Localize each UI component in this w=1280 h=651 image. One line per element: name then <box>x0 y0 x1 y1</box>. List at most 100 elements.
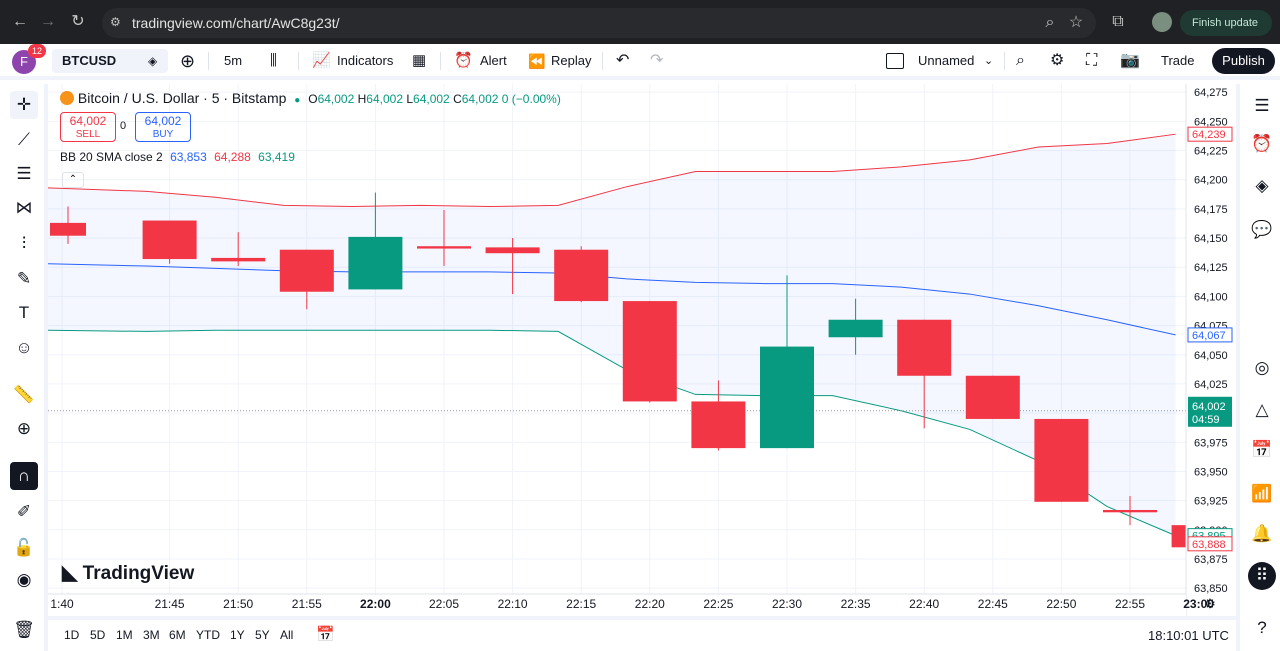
signal-icon[interactable]: 📶 <box>1248 480 1276 508</box>
indicators-button[interactable]: Indicators <box>337 44 393 78</box>
watchlist-diamond-icon[interactable]: ◈ <box>148 49 157 73</box>
legend-collapse-button[interactable]: ⌃ <box>62 172 84 188</box>
indicators-icon[interactable]: 📈 <box>312 44 331 78</box>
interval-button[interactable]: 5m <box>224 44 242 78</box>
notifications-icon[interactable]: 🔔 <box>1248 520 1276 548</box>
upper-value-label: 64,239 <box>1192 129 1226 141</box>
chevron-down-icon[interactable]: ⌄ <box>984 44 993 78</box>
forward-icon[interactable]: → <box>38 12 58 32</box>
candle-body[interactable] <box>760 346 814 449</box>
layout-name-button[interactable]: Unnamed <box>918 44 974 78</box>
buy-button[interactable]: 64,002 BUY <box>135 112 191 142</box>
candle-body[interactable] <box>279 249 334 292</box>
candle-body[interactable] <box>897 319 952 376</box>
target-icon[interactable]: ◎ <box>1248 354 1276 382</box>
scale-settings-icon[interactable]: ⚙ <box>1204 596 1216 611</box>
goto-date-icon[interactable]: 📅 <box>316 625 335 643</box>
trash-icon[interactable]: 🗑 <box>10 616 38 644</box>
candle-body[interactable] <box>691 401 746 449</box>
alert-icon[interactable]: ⏰ <box>454 44 473 78</box>
publish-button[interactable]: Publish <box>1212 48 1275 74</box>
crosshair-icon[interactable]: ✛ <box>10 91 38 119</box>
candle-body[interactable] <box>485 247 540 254</box>
quick-search-icon[interactable]: ⌕ <box>1016 44 1025 78</box>
layers-icon[interactable]: ◈ <box>1248 172 1276 200</box>
candle-body[interactable] <box>348 236 403 290</box>
profile-icon[interactable] <box>1152 12 1172 32</box>
ruler-icon[interactable]: 📏 <box>10 381 38 409</box>
tv-logo-icon: ◣ <box>62 562 78 584</box>
tradingview-logo[interactable]: ◣ TradingView <box>62 560 194 585</box>
emoji-icon[interactable]: ☺ <box>10 334 38 362</box>
alert-button[interactable]: Alert <box>480 44 507 78</box>
forecast-icon[interactable]: ⫶ <box>10 230 38 258</box>
range-ytd[interactable]: YTD <box>196 628 220 642</box>
range-5d[interactable]: 5D <box>90 628 105 642</box>
watchlist-icon[interactable]: ☰ <box>1248 92 1276 120</box>
range-all[interactable]: All <box>280 628 293 642</box>
trade-button[interactable]: Trade <box>1161 44 1194 78</box>
settings-gear-icon[interactable]: ⚙ <box>1050 44 1064 78</box>
pattern-icon[interactable]: ⋈ <box>10 194 38 222</box>
reload-icon[interactable]: ↻ <box>68 12 88 32</box>
extensions-icon[interactable]: ⧉ <box>1108 12 1128 32</box>
finish-update-button[interactable]: Finish update ⋮ <box>1180 10 1272 55</box>
candles-icon[interactable]: ⫼ <box>270 44 277 78</box>
chat-icon[interactable]: 💬 <box>1248 216 1276 244</box>
clock-time[interactable]: 18:10:01 UTC <box>1148 628 1229 643</box>
camera-icon[interactable]: 📷 <box>1120 44 1140 78</box>
candle-body[interactable] <box>142 220 197 260</box>
range-6m[interactable]: 6M <box>169 628 186 642</box>
ideas-icon[interactable]: △ <box>1248 396 1276 424</box>
text-icon[interactable]: T <box>10 299 38 327</box>
lock-drawing-icon[interactable]: ✐ <box>10 498 38 526</box>
divider <box>440 52 441 70</box>
site-info-icon[interactable]: ⚙ <box>110 15 126 31</box>
range-1d[interactable]: 1D <box>64 628 79 642</box>
zoom-icon[interactable]: ⌕ <box>1040 13 1060 33</box>
candle-body[interactable] <box>417 246 471 249</box>
fullscreen-icon[interactable]: ⛶ <box>1086 44 1097 78</box>
candle-body[interactable] <box>50 222 86 236</box>
time-tick-label: 22:20 <box>635 597 665 611</box>
replay-button[interactable]: Replay <box>551 44 591 78</box>
sell-button[interactable]: 64,002 SELL <box>60 112 116 142</box>
range-3m[interactable]: 3M <box>143 628 160 642</box>
time-axis[interactable] <box>48 594 1186 616</box>
undo-icon[interactable]: ↶ <box>616 44 629 78</box>
range-5y[interactable]: 5Y <box>255 628 270 642</box>
range-1m[interactable]: 1M <box>116 628 133 642</box>
candle-body[interactable] <box>554 249 609 302</box>
layout-grid-icon[interactable]: ▦ <box>412 44 426 78</box>
symbol-title[interactable]: Bitcoin / U.S. Dollar · 5 · Bitstamp <box>78 90 287 106</box>
back-icon[interactable]: ← <box>10 12 30 32</box>
replay-icon[interactable]: ⏪ <box>528 44 545 78</box>
candle-body[interactable] <box>1103 509 1157 513</box>
layout-box-icon[interactable] <box>886 53 904 69</box>
candle-body[interactable] <box>1034 418 1089 502</box>
candle-body[interactable] <box>622 301 677 402</box>
candle-body[interactable] <box>828 319 883 338</box>
bb-legend[interactable]: BB 20 SMA close 2 63,853 64,288 63,419 <box>60 150 295 164</box>
calendar-icon[interactable]: 📅 <box>1248 436 1276 464</box>
fib-lines-icon[interactable]: ☰ <box>10 160 38 188</box>
eye-icon[interactable]: ◉ <box>10 566 38 594</box>
zoom-in-icon[interactable]: ⊕ <box>10 415 38 443</box>
brush-icon[interactable]: ✎ <box>10 265 38 293</box>
magnet-icon[interactable]: ∩ <box>10 462 38 490</box>
trendline-icon[interactable]: ⟋ <box>10 126 38 154</box>
symbol-search[interactable]: BTCUSD ◈ <box>52 49 168 73</box>
bookmark-star-icon[interactable]: ☆ <box>1066 13 1086 33</box>
price-tick-label: 63,925 <box>1194 496 1228 508</box>
compare-plus-icon[interactable]: ⊕ <box>180 44 195 78</box>
apps-grid-icon[interactable]: ⠿ <box>1248 562 1276 590</box>
bb-upper-value: 64,288 <box>214 150 251 164</box>
redo-icon[interactable]: ↷ <box>650 44 663 78</box>
unlock-icon[interactable]: 🔓 <box>10 534 38 562</box>
alerts-clock-icon[interactable]: ⏰ <box>1248 130 1276 158</box>
candle-body[interactable] <box>211 257 266 262</box>
help-icon[interactable]: ? <box>1248 614 1276 642</box>
candle-body[interactable] <box>965 375 1020 419</box>
address-bar[interactable]: ⚙ tradingview.com/chart/AwC8g23t/ ⌕ ☆ <box>102 8 1096 38</box>
range-1y[interactable]: 1Y <box>230 628 245 642</box>
